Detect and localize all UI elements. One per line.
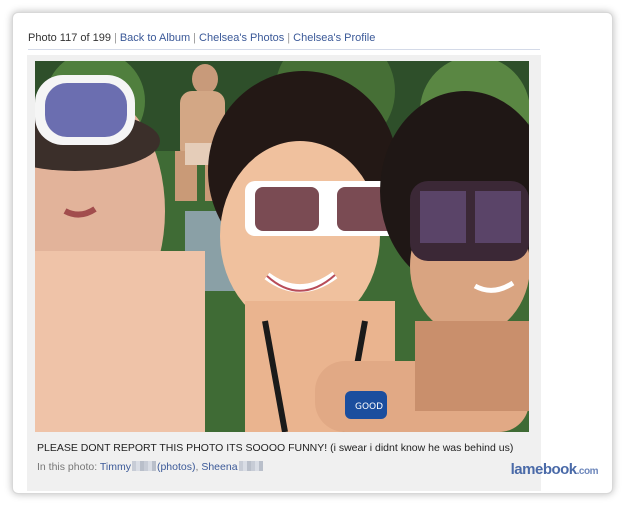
tagged-person-timmy[interactable]: Timmy	[100, 461, 131, 473]
photo-frame: GOOD PLEASE DONT REPORT THIS PHOTO ITS S…	[27, 55, 541, 491]
nav-separator: |	[287, 32, 291, 44]
redacted-surname	[238, 461, 263, 471]
photo-illustration: GOOD	[35, 61, 529, 432]
photo-counter: Photo 117 of 199	[28, 32, 111, 44]
wristband-text: GOOD	[355, 402, 383, 412]
nav-separator: |	[113, 32, 117, 44]
watermark-suffix: .com	[576, 466, 599, 477]
main-photo[interactable]: GOOD	[35, 61, 529, 432]
tags-prefix: In this photo:	[37, 461, 98, 473]
tagged-person-sheena[interactable]: Sheena	[201, 461, 237, 473]
lamebook-watermark: lamebook.com	[510, 461, 599, 478]
chelseas-photos-link[interactable]: Chelsea's Photos	[199, 32, 284, 44]
tagged-person-photos-link[interactable]: (photos)	[157, 461, 196, 473]
photo-caption: PLEASE DONT REPORT THIS PHOTO ITS SOOOO …	[37, 442, 514, 454]
redacted-surname	[131, 461, 156, 471]
back-to-album-link[interactable]: Back to Album	[120, 32, 190, 44]
nav-separator: |	[193, 32, 197, 44]
photo-navigation-bar: Photo 117 of 199 | Back to Album | Chelsea's…	[28, 32, 540, 50]
photo-tags: In this photo: Timmy (photos), Sheena	[37, 461, 535, 473]
photo-post-card: Photo 117 of 199 | Back to Album | Chelsea's…	[12, 12, 613, 494]
watermark-brand: lamebook	[510, 461, 578, 478]
chelseas-profile-link[interactable]: Chelsea's Profile	[293, 32, 375, 44]
